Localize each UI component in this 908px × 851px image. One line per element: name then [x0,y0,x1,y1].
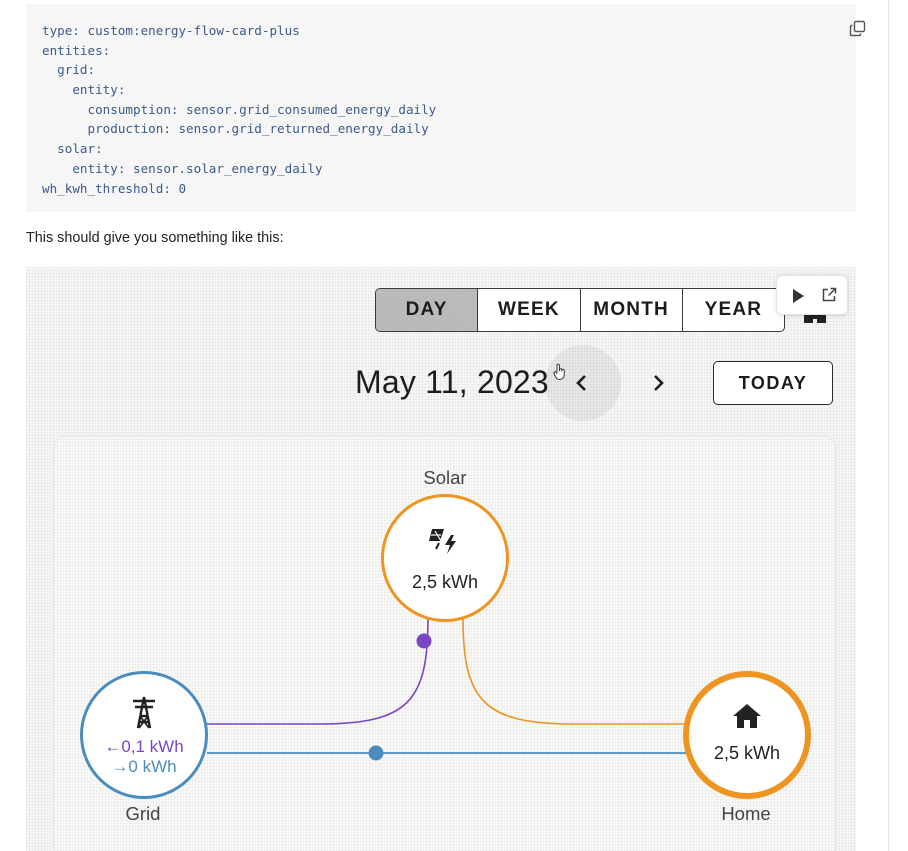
grid-consumption-value: ←0,1 kWh [104,737,184,756]
home-value: 2,5 kWh [713,743,781,763]
home-title: Home [721,803,771,824]
flow-solar-to-home [462,617,686,725]
period-day-button[interactable]: DAY [376,289,479,331]
flow-solar-to-grid [207,617,429,725]
energy-flow-card: Solar 2,5 kWh ←0,1 kWh →0 kWh Grid 2,5 k… [53,435,836,851]
chevron-right-icon[interactable] [646,371,670,395]
code-line: wh_kwh_threshold: 0 [42,180,187,196]
flow-dot-grid-home [368,745,384,761]
external-link-icon[interactable] [821,287,837,303]
energy-dashboard-screenshot: DAY WEEK MONTH YEAR May 11, 2023 TODAY S… [26,267,856,851]
flow-dot-solar-grid [416,633,432,649]
code-line: type: custom:energy-flow-card-plus [42,23,300,38]
hand-cursor-icon [553,363,565,381]
period-selector: DAY WEEK MONTH YEAR [375,288,785,332]
grid-return-value: →0 kWh [111,757,177,776]
code-line: consumption: sensor.grid_consumed_energy… [42,101,437,117]
code-line: production: sensor.grid_returned_energy_… [42,121,429,137]
grid-node[interactable]: ←0,1 kWh →0 kWh [80,671,208,799]
code-line: grid: [42,62,96,78]
yaml-code-block: type: custom:energy-flow-card-plus entit… [26,4,866,212]
solar-title: Solar [423,467,467,488]
code-line: entity: [42,82,126,98]
date-label: May 11, 2023 [355,364,549,400]
code-line: entity: sensor.solar_energy_daily [42,160,323,176]
media-toolbar [776,275,848,315]
today-button[interactable]: TODAY [713,361,833,405]
copy-icon[interactable] [849,20,866,37]
chevron-left-icon[interactable] [570,371,594,395]
code-line: solar: [42,141,103,157]
period-week-button[interactable]: WEEK [478,289,581,331]
page-right-rule [888,0,889,851]
play-icon[interactable] [791,288,805,304]
grid-title: Grid [125,803,161,824]
home-node[interactable]: 2,5 kWh [683,671,811,799]
home-icon [733,704,761,728]
description-paragraph: This should give you something like this… [26,230,284,246]
solar-node[interactable]: 2,5 kWh [381,494,509,622]
code-line: entities: [42,42,111,58]
period-month-button[interactable]: MONTH [581,289,683,331]
period-year-button[interactable]: YEAR [683,289,784,331]
solar-value: 2,5 kWh [411,572,479,592]
transmission-tower-icon [133,696,155,729]
solar-power-icon [429,529,456,554]
